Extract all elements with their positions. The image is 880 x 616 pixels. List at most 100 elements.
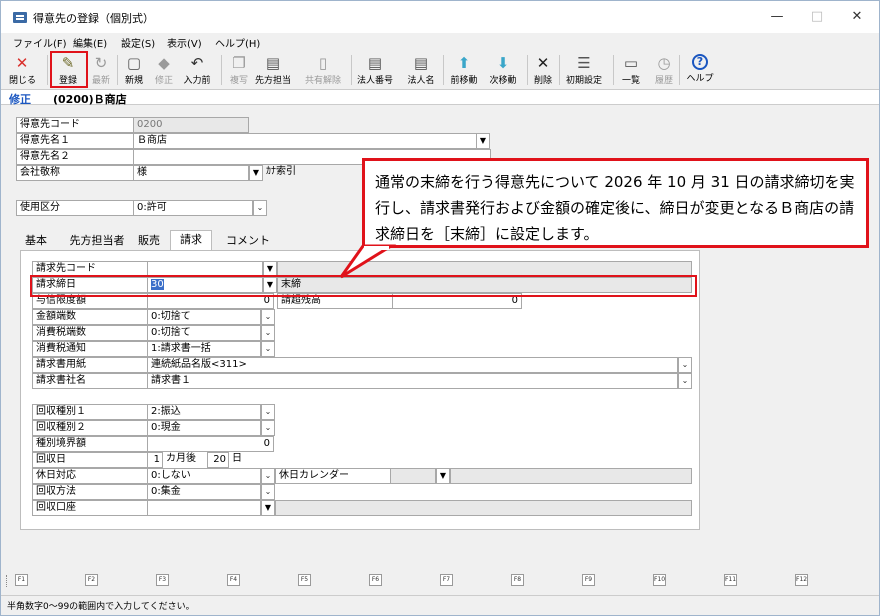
function-key-f3[interactable]: F3 — [156, 574, 169, 586]
menu-view[interactable]: 表示(V) — [167, 35, 202, 50]
record-title: (0200)Ｂ商店 — [53, 93, 127, 106]
collection-account-lookup-button[interactable]: ▼ — [261, 500, 275, 516]
chevron-down-icon[interactable]: ⌄ — [678, 373, 692, 389]
tax-notice-select[interactable]: 1:請求書一括 — [147, 341, 261, 357]
toolbar-button-list[interactable]: ▭ 一覧 — [619, 52, 643, 88]
function-key-bar: F1 F2 F3 F4 F5 F6 F7 F8 F9 F10 F11 F12 — [1, 570, 879, 592]
toolbar-button-settings-list[interactable]: ☰ 初期設定 — [563, 52, 605, 88]
toolbar-button-undo[interactable]: ↶ 入力前 — [181, 52, 213, 88]
toolbar-button-corporate-name[interactable]: ▤ 法人名 — [403, 52, 439, 88]
chevron-down-icon[interactable]: ⌄ — [261, 309, 275, 325]
toolbar-button-label: 削除 — [533, 76, 552, 86]
collection-day-field[interactable]: 20 — [207, 452, 229, 468]
invoice-form-select[interactable]: 連続紙品名版<311> — [147, 357, 678, 373]
tab-billing[interactable]: 請求 — [170, 230, 212, 251]
chevron-down-icon[interactable]: ⌄ — [261, 468, 275, 484]
collection-type2-select[interactable]: 0:現金 — [147, 420, 261, 436]
toolbar-button-erase[interactable]: ◆ 修正 — [151, 52, 177, 88]
toolbar-button-history[interactable]: ◷ 履歴 — [651, 52, 677, 88]
function-key-f5[interactable]: F5 — [298, 574, 311, 586]
tab-contacts[interactable]: 先方担当者 — [64, 232, 130, 250]
delete-icon: ✕ — [536, 54, 550, 72]
function-key-f12[interactable]: F12 — [795, 574, 808, 586]
function-key-f10[interactable]: F10 — [653, 574, 666, 586]
chevron-down-icon[interactable]: ⌄ — [678, 357, 692, 373]
collection-day-unit: 日 — [232, 453, 242, 464]
tab-basic[interactable]: 基本 — [20, 232, 52, 250]
collection-type1-select[interactable]: 2:振込 — [147, 404, 261, 420]
honorific-label: 会社敬称 — [16, 165, 134, 181]
chevron-down-icon[interactable]: ⌄ — [261, 484, 275, 500]
toolbar-button-label: 前移動 — [450, 76, 478, 86]
toolbar-button-label: 一覧 — [621, 76, 640, 86]
menu-settings[interactable]: 設定(S) — [121, 35, 155, 50]
toolbar-button-arrow-up[interactable]: ⬆ 前移動 — [447, 52, 481, 88]
collection-day-label: 回収日 — [32, 452, 148, 468]
chevron-down-icon[interactable]: ⌄ — [261, 341, 275, 357]
chevron-down-icon[interactable]: ⌄ — [261, 404, 275, 420]
function-key-f6[interactable]: F6 — [369, 574, 382, 586]
maximize-button[interactable]: □ — [797, 1, 837, 33]
function-key-f7[interactable]: F7 — [440, 574, 453, 586]
toolbar-button-unshare[interactable]: ▯ 共有解除 — [301, 52, 345, 88]
function-key-f4[interactable]: F4 — [227, 574, 240, 586]
collection-month-field[interactable]: 1 — [147, 452, 163, 468]
menu-help[interactable]: ヘルプ(H) — [215, 35, 260, 50]
toolbar-button-new-document[interactable]: ▢ 新規 — [121, 52, 147, 88]
function-key-f11[interactable]: F11 — [724, 574, 737, 586]
mode-label: 修正 — [9, 93, 31, 106]
holiday-calendar-field[interactable] — [390, 468, 436, 484]
close-window-button[interactable]: ✕ — [837, 1, 877, 33]
function-key-f1[interactable]: F1 — [15, 574, 28, 586]
toolbar-button-delete[interactable]: ✕ 削除 — [531, 52, 555, 88]
settings-list-icon: ☰ — [577, 54, 591, 72]
toolbar-separator — [351, 55, 352, 85]
type-threshold-field[interactable]: 0 — [147, 436, 274, 452]
function-key-f9[interactable]: F9 — [582, 574, 595, 586]
toolbar: ✕ 閉じる ✎ 登録 ↻ 最新 ▢ 新規 ◆ 修正 ↶ 入力前 ❐ 複写 ▤ 先方担当 ▯ 共有解除 ▤ 法人番号 ▤ 法… — [1, 51, 879, 89]
toolbar-button-label: 先方担当 — [254, 76, 291, 86]
invoice-company-label: 請求書社名 — [32, 373, 148, 389]
type-threshold-label: 種別境界額 — [32, 436, 148, 452]
holiday-select[interactable]: 0:しない — [147, 468, 261, 484]
name1-lookup-button[interactable]: ▼ — [476, 133, 490, 149]
customer-code-field[interactable]: 0200 — [133, 117, 249, 133]
menu-file[interactable]: ファイル(F) — [13, 35, 67, 50]
minimize-button[interactable]: — — [757, 1, 797, 33]
arrow-down-icon: ⬇ — [496, 54, 510, 72]
chevron-down-icon[interactable]: ⌄ — [261, 325, 275, 341]
chevron-down-icon[interactable]: ⌄ — [261, 420, 275, 436]
unshare-icon: ▯ — [318, 54, 328, 72]
tax-rounding-select[interactable]: 0:切捨て — [147, 325, 261, 341]
collection-account-field[interactable] — [147, 500, 261, 516]
invoice-company-select[interactable]: 請求書１ — [147, 373, 678, 389]
tab-comment[interactable]: コメント — [220, 232, 276, 250]
usage-select[interactable]: 0:許可 — [133, 200, 253, 216]
toolbar-button-contact[interactable]: ▤ 先方担当 — [253, 52, 293, 88]
chevron-down-icon[interactable]: ⌄ — [253, 200, 267, 216]
toolbar-button-corporate-number[interactable]: ▤ 法人番号 — [355, 52, 395, 88]
customer-name1-field[interactable]: Ｂ商店 — [133, 133, 477, 149]
holiday-calendar-label: 休日カレンダー — [275, 468, 391, 484]
toolbar-button-close[interactable]: ✕ 閉じる — [9, 52, 36, 88]
holiday-calendar-lookup-button[interactable]: ▼ — [436, 468, 450, 484]
tab-sales[interactable]: 販売 — [132, 232, 166, 250]
collection-method-select[interactable]: 0:集金 — [147, 484, 261, 500]
toolbar-separator — [613, 55, 614, 85]
customer-name1-label: 得意先名１ — [16, 133, 134, 149]
toolbar-button-refresh[interactable]: ↻ 最新 — [89, 52, 113, 88]
toolbar-separator — [559, 55, 560, 85]
function-key-f8[interactable]: F8 — [511, 574, 524, 586]
honorific-field[interactable]: 様 — [133, 165, 249, 181]
amount-rounding-select[interactable]: 0:切捨て — [147, 309, 261, 325]
collection-type1-label: 回収種別１ — [32, 404, 148, 420]
erase-icon: ◆ — [158, 54, 170, 72]
toolbar-button-help[interactable]: ? ヘルプ — [685, 52, 715, 88]
toolbar-button-arrow-down[interactable]: ⬇ 次移動 — [485, 52, 521, 88]
toolbar-button-copy[interactable]: ❐ 複写 — [227, 52, 251, 88]
honorific-lookup-button[interactable]: ▼ — [249, 165, 263, 181]
new-document-icon: ▢ — [126, 54, 142, 72]
menu-edit[interactable]: 編集(E) — [73, 35, 107, 50]
toolbar-button-label: 法人番号 — [356, 76, 393, 86]
function-key-f2[interactable]: F2 — [85, 574, 98, 586]
